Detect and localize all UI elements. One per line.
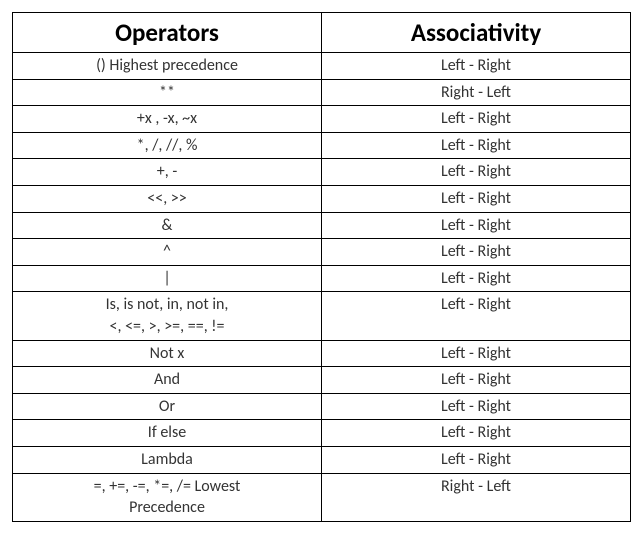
table-row: ** Right - Left (13, 79, 631, 106)
cell-operator: & (13, 212, 322, 239)
table-row: & Left - Right (13, 212, 631, 239)
table-row: Or Left - Right (13, 393, 631, 420)
table-row: +, - Left - Right (13, 159, 631, 186)
cell-operator: Not x (13, 340, 322, 367)
table-row: +x , -x, ~x Left - Right (13, 106, 631, 133)
header-operators: Operators (13, 13, 322, 53)
cell-associativity: Left - Right (322, 239, 631, 266)
table-row: =, +=, -=, *=, /= Lowest Precedence Righ… (13, 473, 631, 521)
cell-operator: Lambda (13, 446, 322, 473)
table-row: <<, >> Left - Right (13, 185, 631, 212)
cell-operator: =, +=, -=, *=, /= Lowest Precedence (13, 473, 322, 521)
cell-associativity: Left - Right (322, 446, 631, 473)
cell-operator: | (13, 265, 322, 292)
cell-operator: <<, >> (13, 185, 322, 212)
table-row: If else Left - Right (13, 420, 631, 447)
table-row: Not x Left - Right (13, 340, 631, 367)
table-row: Lambda Left - Right (13, 446, 631, 473)
cell-associativity: Left - Right (322, 106, 631, 133)
cell-operator: () Highest precedence (13, 53, 322, 80)
cell-associativity: Left - Right (322, 53, 631, 80)
cell-associativity: Left - Right (322, 393, 631, 420)
table-row: () Highest precedence Left - Right (13, 53, 631, 80)
table-header-row: Operators Associativity (13, 13, 631, 53)
cell-operator: ^ (13, 239, 322, 266)
cell-associativity: Left - Right (322, 265, 631, 292)
cell-operator: Or (13, 393, 322, 420)
table-row: Is, is not, in, not in, <, <=, >, >=, ==… (13, 292, 631, 340)
table-row: ^ Left - Right (13, 239, 631, 266)
cell-associativity: Right - Left (322, 473, 631, 521)
cell-operator: +x , -x, ~x (13, 106, 322, 133)
cell-associativity: Left - Right (322, 185, 631, 212)
cell-operator: +, - (13, 159, 322, 186)
cell-associativity: Left - Right (322, 159, 631, 186)
cell-associativity: Left - Right (322, 367, 631, 394)
cell-operator: *, /, //, % (13, 132, 322, 159)
header-associativity: Associativity (322, 13, 631, 53)
cell-associativity: Left - Right (322, 340, 631, 367)
cell-operator: And (13, 367, 322, 394)
cell-associativity: Right - Left (322, 79, 631, 106)
cell-operator: ** (13, 79, 322, 106)
cell-associativity: Left - Right (322, 212, 631, 239)
cell-associativity: Left - Right (322, 132, 631, 159)
precedence-table: Operators Associativity () Highest prece… (12, 12, 631, 522)
cell-operator: Is, is not, in, not in, <, <=, >, >=, ==… (13, 292, 322, 340)
cell-associativity: Left - Right (322, 292, 631, 340)
table-row: And Left - Right (13, 367, 631, 394)
table-row: *, /, //, % Left - Right (13, 132, 631, 159)
cell-associativity: Left - Right (322, 420, 631, 447)
table-row: | Left - Right (13, 265, 631, 292)
cell-operator: If else (13, 420, 322, 447)
